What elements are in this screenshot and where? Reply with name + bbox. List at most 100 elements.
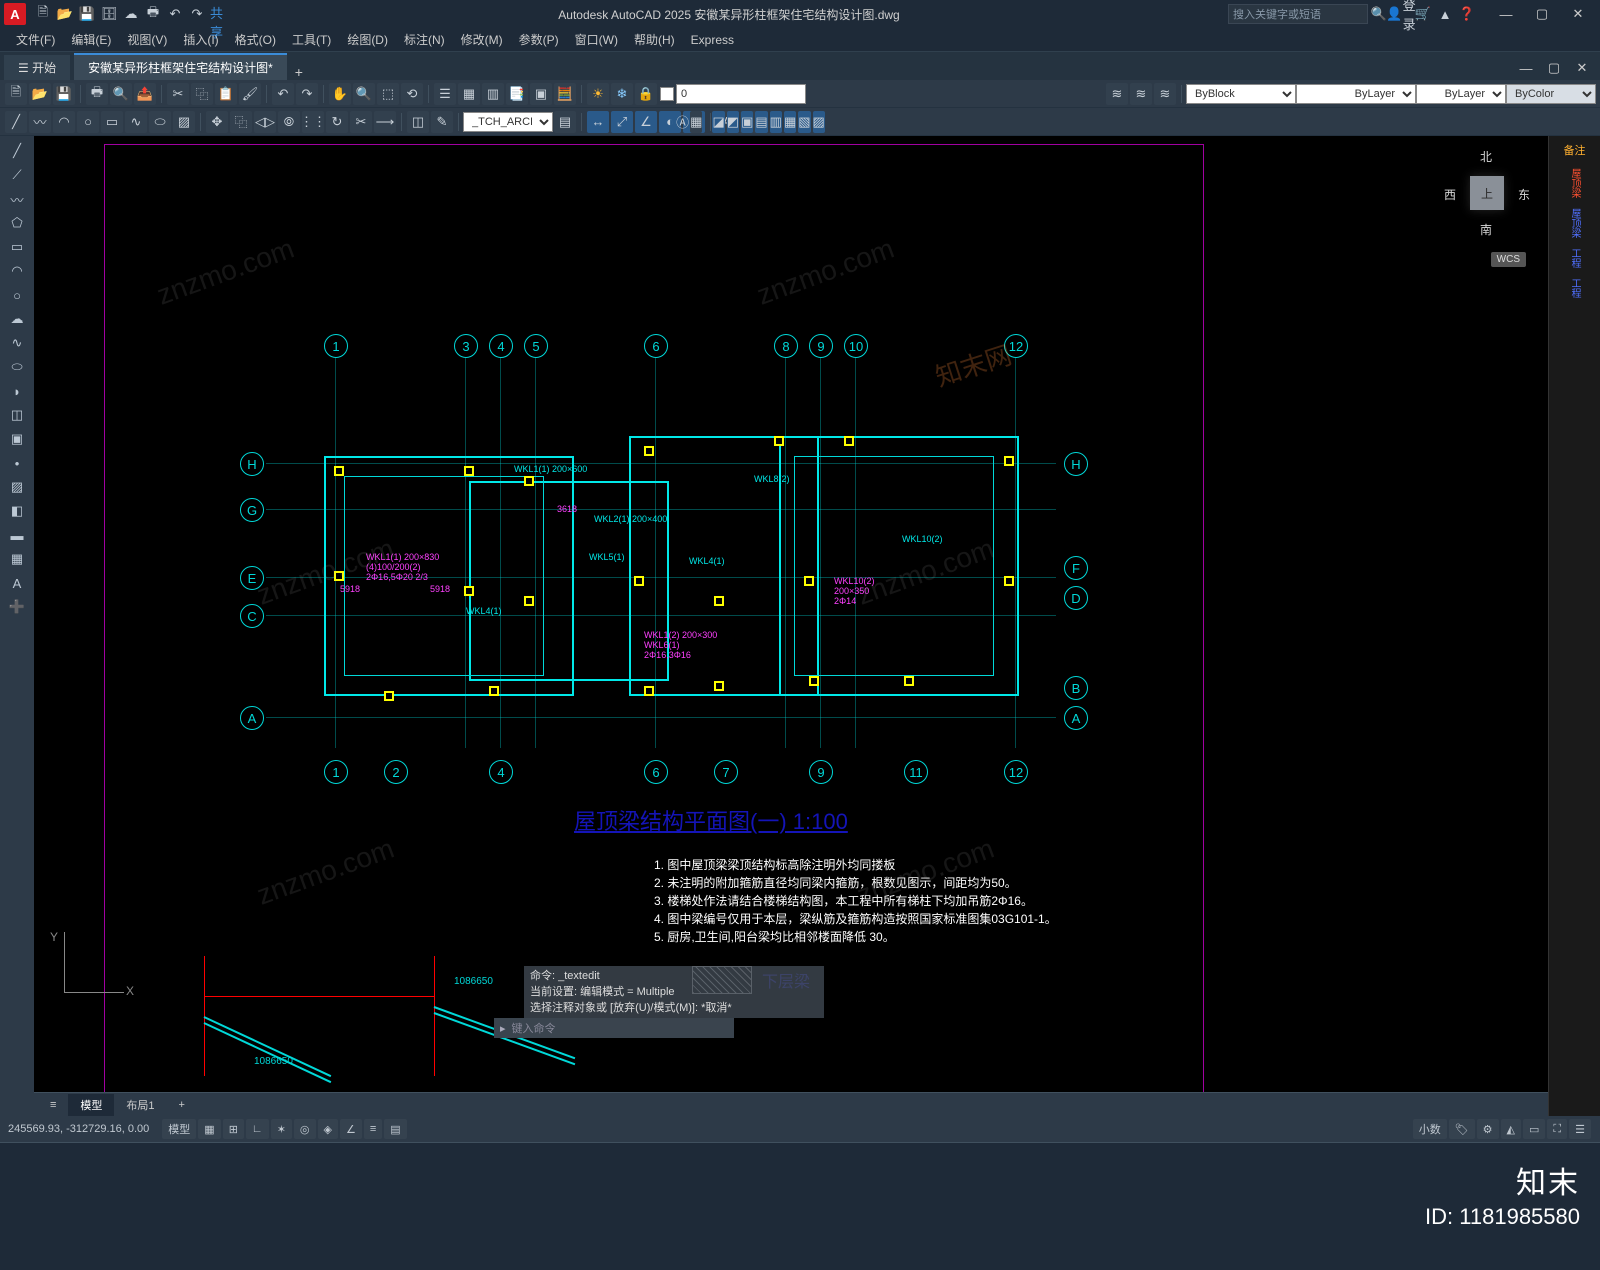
menu-修改[interactable]: 修改(M) [453, 31, 511, 48]
sb-trans-icon[interactable]: ▤ [384, 1119, 406, 1139]
mod-mirror-icon[interactable]: ◁▷ [254, 111, 276, 133]
vc-top-face[interactable]: 上 [1470, 176, 1504, 210]
rb-cut-icon[interactable]: ✂ [167, 83, 189, 105]
qat-cloud-icon[interactable]: ☁ [122, 5, 140, 23]
rb-layer2-icon[interactable]: ≋ [1130, 83, 1152, 105]
rb-freeze-icon[interactable]: ❄ [611, 83, 633, 105]
sb-units-button[interactable]: 小数 [1413, 1119, 1447, 1139]
viewcube[interactable]: 北 西 东 南 上 [1442, 148, 1532, 238]
rb-plot-icon[interactable]: 🖶 [86, 83, 108, 105]
qat-open-icon[interactable]: 📂 [56, 5, 74, 23]
t3-icon[interactable]: ▣ [741, 111, 753, 133]
mod-array-icon[interactable]: ⋮⋮ [302, 111, 324, 133]
t5-icon[interactable]: ▥ [770, 111, 782, 133]
layer-tool-icon[interactable]: ▤ [554, 111, 576, 133]
rb-zoomwin-icon[interactable]: ⬚ [377, 83, 399, 105]
draw-pline-icon[interactable]: 〰 [29, 111, 51, 133]
lt-line-icon[interactable]: ╱ [4, 140, 30, 162]
mod-offset-icon[interactable]: ⦾ [278, 111, 300, 133]
lt-block-icon[interactable]: ◫ [4, 404, 30, 426]
command-input[interactable]: ▸ 键入命令 [494, 1018, 734, 1038]
app-icon[interactable]: A [4, 3, 26, 25]
rp-item-4[interactable]: 工程 [1567, 278, 1582, 298]
block-icon[interactable]: ◫ [407, 111, 429, 133]
wcs-badge[interactable]: WCS [1491, 252, 1526, 267]
start-tab[interactable]: ☰ 开始 [4, 55, 70, 80]
rp-item-1[interactable]: 屋顶梁 [1567, 168, 1582, 198]
dim-ang-icon[interactable]: ∠ [635, 111, 657, 133]
sb-full-icon[interactable]: ⛶ [1547, 1119, 1567, 1139]
rb-new-icon[interactable]: 🗎 [5, 83, 27, 105]
lt-xline-icon[interactable]: ⟋ [4, 164, 30, 186]
document-tab[interactable]: 安徽某异形柱框架住宅结构设计图* [74, 53, 287, 80]
menu-窗口[interactable]: 窗口(W) [567, 31, 626, 48]
t6-icon[interactable]: ▦ [784, 111, 796, 133]
rb-preview-icon[interactable]: 🔍 [110, 83, 132, 105]
doc-min-button[interactable]: — [1512, 56, 1540, 80]
rb-paste-icon[interactable]: 📋 [215, 83, 237, 105]
doc-max-button[interactable]: ▢ [1540, 56, 1568, 80]
lt-pline-icon[interactable]: 〰 [4, 188, 30, 210]
menu-express[interactable]: Express [683, 33, 742, 47]
t4-icon[interactable]: ▤ [755, 111, 767, 133]
sb-ortho-icon[interactable]: ∟ [246, 1119, 269, 1139]
t7-icon[interactable]: ▧ [798, 111, 810, 133]
qat-redo-icon[interactable]: ↷ [188, 5, 206, 23]
mtext-icon[interactable]: Ⓐ ▦ ◪ ◩ ▣ ▤ ▥ ▦ ▧ ▨ [740, 111, 762, 133]
lt-rev-icon[interactable]: ☁ [4, 308, 30, 330]
rb-zoomprev-icon[interactable]: ⟲ [401, 83, 423, 105]
menu-文件[interactable]: 文件(F) [8, 31, 63, 48]
rb-undo-icon[interactable]: ↶ [272, 83, 294, 105]
menu-标注[interactable]: 标注(N) [396, 31, 453, 48]
qat-new-icon[interactable]: 🗎 [34, 5, 52, 23]
help-icon[interactable]: ❓ [1458, 5, 1476, 23]
maximize-button[interactable]: ▢ [1524, 0, 1560, 28]
qat-save-icon[interactable]: 💾 [78, 5, 96, 23]
layer-filter-select[interactable]: _TCH_ARCH [463, 112, 553, 132]
layer-state-input[interactable] [676, 84, 806, 104]
rp-item-3[interactable]: 工程 [1567, 248, 1582, 268]
lt-circle-icon[interactable]: ○ [4, 284, 30, 306]
rb-qc-icon[interactable]: 🧮 [554, 83, 576, 105]
sb-lw-icon[interactable]: ≡ [364, 1119, 382, 1139]
menu-格式[interactable]: 格式(O) [227, 31, 284, 48]
rb-redo-icon[interactable]: ↷ [296, 83, 318, 105]
sb-polar-icon[interactable]: ✶ [271, 1119, 292, 1139]
rb-save-icon[interactable]: 💾 [53, 83, 75, 105]
sb-snap-icon[interactable]: ⊞ [223, 1119, 244, 1139]
sb-otrack-icon[interactable]: ∠ [340, 1119, 362, 1139]
vc-north[interactable]: 北 [1480, 148, 1492, 165]
layout-tab[interactable]: 布局1 [114, 1094, 166, 1116]
draw-ellipse-icon[interactable]: ⬭ [149, 111, 171, 133]
block-edit-icon[interactable]: ✎ [431, 111, 453, 133]
search-input[interactable]: 搜入关键字或短语 [1228, 4, 1368, 24]
t2-icon[interactable]: ◩ [727, 111, 739, 133]
autodesk-icon[interactable]: ▲ [1436, 5, 1454, 23]
rb-layer3-icon[interactable]: ≋ [1154, 83, 1176, 105]
linetype-select[interactable]: ByLayer [1416, 84, 1506, 104]
lt-bmake-icon[interactable]: ▣ [4, 428, 30, 450]
lt-point-icon[interactable]: • [4, 452, 30, 474]
rb-dc-icon[interactable]: ▦ [458, 83, 480, 105]
model-tab[interactable]: 模型 [68, 1094, 114, 1116]
lt-add-icon[interactable]: ➕ [4, 596, 30, 618]
rb-ssm-icon[interactable]: 📑 [506, 83, 528, 105]
rb-open-icon[interactable]: 📂 [29, 83, 51, 105]
minimize-button[interactable]: — [1488, 0, 1524, 28]
sb-anno-icon[interactable]: 🏷 [1449, 1119, 1475, 1139]
rb-zoom-icon[interactable]: 🔍 [353, 83, 375, 105]
mod-move-icon[interactable]: ✥ [206, 111, 228, 133]
rb-pan-icon[interactable]: ✋ [329, 83, 351, 105]
lt-grad-icon[interactable]: ◧ [4, 500, 30, 522]
mod-copy-icon[interactable]: ⿻ [230, 111, 252, 133]
vc-south[interactable]: 南 [1480, 221, 1492, 238]
rb-copy-icon[interactable]: ⿻ [191, 83, 213, 105]
sb-custom-icon[interactable]: ☰ [1569, 1119, 1591, 1139]
dim-lin-icon[interactable]: ↔ [587, 111, 609, 133]
mod-trim-icon[interactable]: ✂ [350, 111, 372, 133]
lt-text-icon[interactable]: A [4, 572, 30, 594]
rb-lock-icon[interactable]: 🔒 [635, 83, 657, 105]
menu-参数[interactable]: 参数(P) [511, 31, 567, 48]
lt-elarc-icon[interactable]: ◗ [4, 380, 30, 402]
close-button[interactable]: ✕ [1560, 0, 1596, 28]
